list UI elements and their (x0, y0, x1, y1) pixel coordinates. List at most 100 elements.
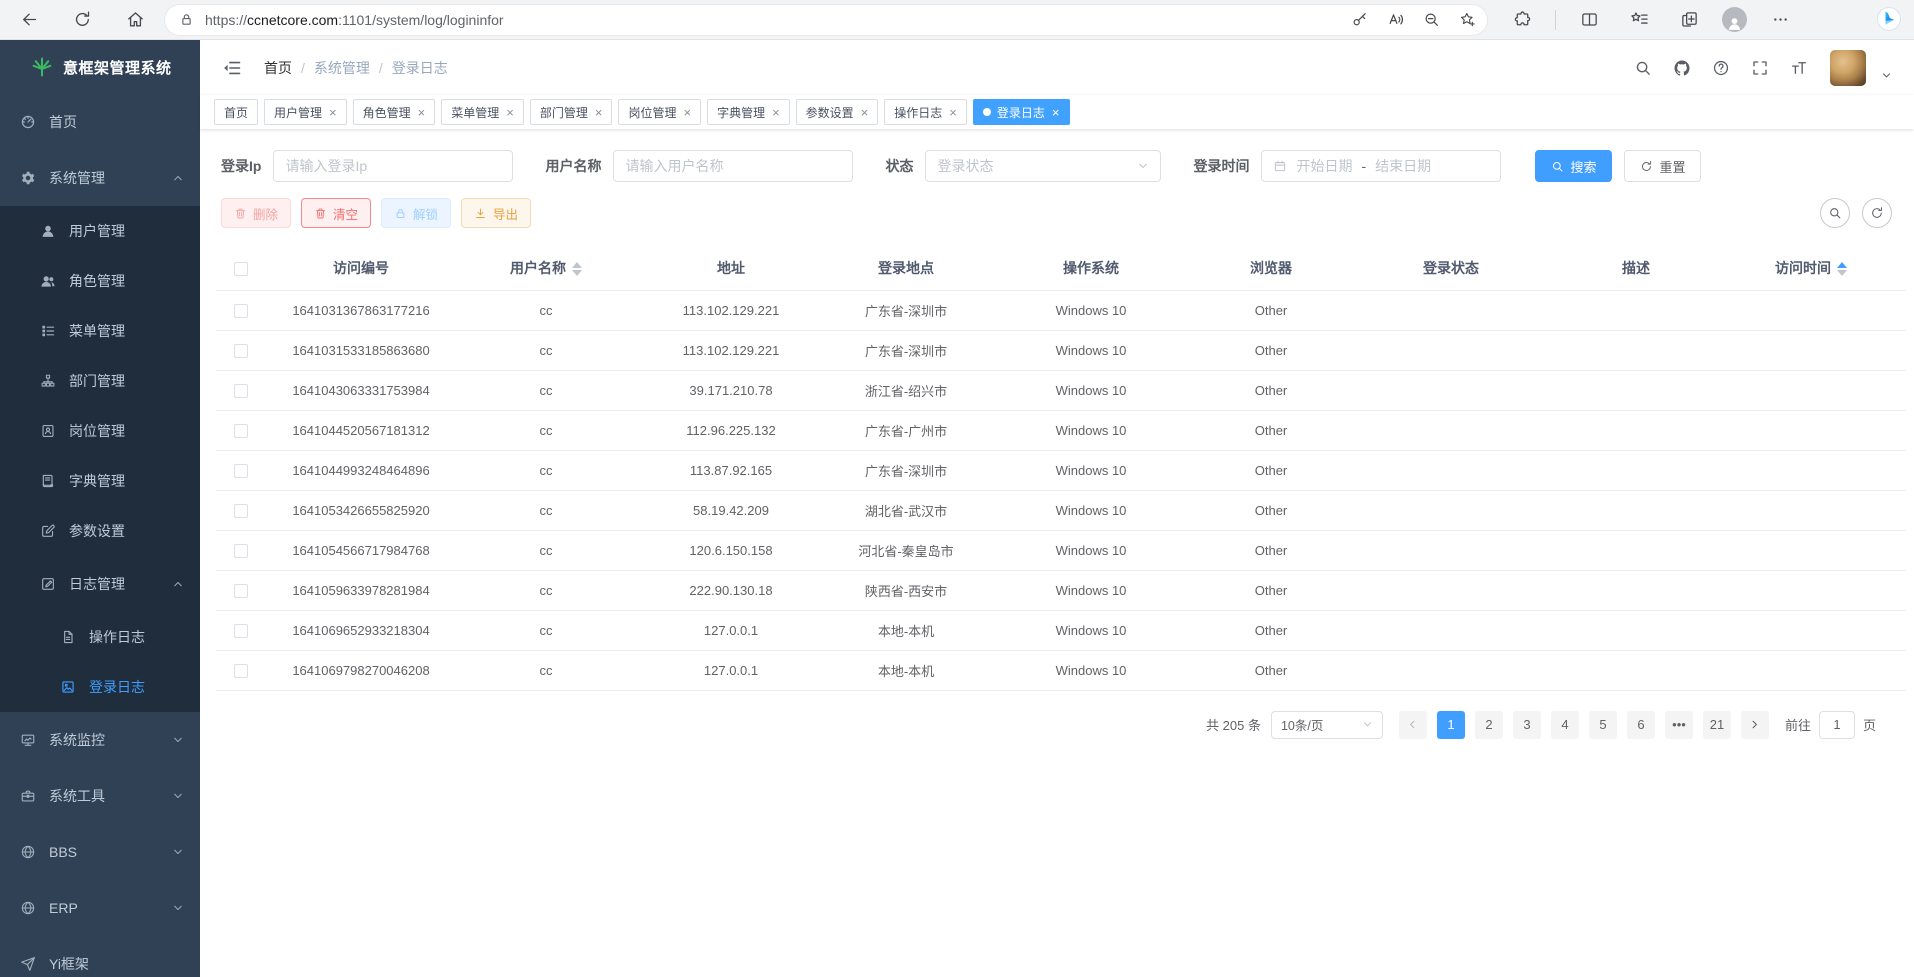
row-checkbox[interactable] (234, 344, 248, 358)
page-button-1[interactable]: 1 (1437, 711, 1465, 739)
tab-close-icon[interactable]: × (1052, 106, 1060, 119)
delete-button[interactable]: 删除 (221, 198, 291, 228)
clear-button[interactable]: 清空 (301, 198, 371, 228)
sidebar-item-Yi框架[interactable]: Yi框架 (0, 936, 200, 977)
page-button-5[interactable]: 5 (1589, 711, 1617, 739)
sidebar-item-BBS[interactable]: BBS (0, 824, 200, 880)
row-checkbox[interactable] (234, 624, 248, 638)
goto-page-input[interactable] (1819, 711, 1855, 739)
help-icon[interactable] (1709, 56, 1733, 80)
sidebar-fold-icon[interactable] (222, 58, 242, 78)
tab-close-icon[interactable]: × (683, 106, 691, 119)
date-range-picker[interactable]: 开始日期 - 结束日期 (1261, 150, 1501, 182)
sidebar-item-系统管理[interactable]: 系统管理 (0, 150, 200, 206)
export-button[interactable]: 导出 (461, 198, 531, 228)
avatar-caret-icon[interactable] (1881, 70, 1892, 81)
tab-操作日志[interactable]: 操作日志× (884, 99, 967, 125)
sort-carets-icon[interactable] (572, 262, 582, 276)
tab-首页[interactable]: 首页 (214, 99, 258, 125)
reset-button[interactable]: 重置 (1624, 150, 1701, 182)
reload-icon[interactable] (65, 3, 99, 37)
sidebar-item-角色管理[interactable]: 角色管理 (0, 256, 200, 306)
row-checkbox[interactable] (234, 424, 248, 438)
tab-close-icon[interactable]: × (861, 106, 869, 119)
tab-菜单管理[interactable]: 菜单管理× (441, 99, 524, 125)
row-checkbox[interactable] (234, 544, 248, 558)
sidebar-item-岗位管理[interactable]: 岗位管理 (0, 406, 200, 456)
row-checkbox[interactable] (234, 584, 248, 598)
tab-close-icon[interactable]: × (506, 106, 514, 119)
settings-more-icon[interactable] (1763, 3, 1797, 37)
row-checkbox[interactable] (234, 384, 248, 398)
sidebar-item-系统监控[interactable]: 系统监控 (0, 712, 200, 768)
sidebar-item-登录日志[interactable]: 登录日志 (0, 662, 200, 712)
sidebar-item-用户管理[interactable]: 用户管理 (0, 206, 200, 256)
sidebar-item-ERP[interactable]: ERP (0, 880, 200, 936)
sidebar-item-参数设置[interactable]: 参数设置 (0, 506, 200, 556)
status-select[interactable]: 登录状态 (925, 150, 1161, 182)
home-icon[interactable] (118, 3, 152, 37)
sidebar-item-系统工具[interactable]: 系统工具 (0, 768, 200, 824)
sidebar-item-首页[interactable]: 首页 (0, 94, 200, 150)
row-checkbox[interactable] (234, 304, 248, 318)
tab-角色管理[interactable]: 角色管理× (353, 99, 436, 125)
add-favorite-icon[interactable] (1453, 6, 1481, 34)
read-aloud-icon[interactable] (1381, 6, 1409, 34)
zoom-out-icon[interactable] (1417, 6, 1445, 34)
favorites-bar-icon[interactable] (1622, 3, 1656, 37)
row-checkbox[interactable] (234, 504, 248, 518)
tab-部门管理[interactable]: 部门管理× (530, 99, 613, 125)
tab-close-icon[interactable]: × (418, 106, 426, 119)
login-ip-input[interactable] (285, 151, 501, 181)
browser-profile-avatar[interactable] (1722, 7, 1747, 32)
collections-icon[interactable] (1672, 3, 1706, 37)
tab-close-icon[interactable]: × (772, 106, 780, 119)
sidebar-item-菜单管理[interactable]: 菜单管理 (0, 306, 200, 356)
page-button-6[interactable]: 6 (1627, 711, 1655, 739)
tab-字典管理[interactable]: 字典管理× (707, 99, 790, 125)
next-page-button[interactable] (1741, 711, 1769, 739)
tab-close-icon[interactable]: × (329, 106, 337, 119)
page-button-2[interactable]: 2 (1475, 711, 1503, 739)
tab-参数设置[interactable]: 参数设置× (796, 99, 879, 125)
sidebar-item-部门管理[interactable]: 部门管理 (0, 356, 200, 406)
fullscreen-icon[interactable] (1748, 56, 1772, 80)
page-size-select[interactable]: 10条/页 (1271, 711, 1383, 739)
row-checkbox[interactable] (234, 464, 248, 478)
address-bar[interactable]: https://ccnetcore.com:1101/system/log/lo… (165, 5, 1487, 35)
page-button-21[interactable]: 21 (1703, 711, 1731, 739)
back-icon[interactable] (12, 3, 46, 37)
column-header-用户名称[interactable]: 用户名称 (456, 246, 636, 290)
app-logo[interactable]: 意框架管理系统 (0, 40, 200, 94)
sidebar-item-字典管理[interactable]: 字典管理 (0, 456, 200, 506)
bing-copilot-icon[interactable] (1874, 5, 1904, 35)
header-search-icon[interactable] (1631, 56, 1655, 80)
tab-close-icon[interactable]: × (949, 106, 957, 119)
row-checkbox[interactable] (234, 664, 248, 678)
show-search-icon[interactable] (1820, 198, 1850, 228)
site-permissions-icon[interactable] (179, 12, 194, 27)
column-header-访问时间[interactable]: 访问时间 (1716, 246, 1906, 290)
font-size-icon[interactable] (1787, 56, 1811, 80)
select-all-checkbox[interactable] (234, 262, 248, 276)
tab-close-icon[interactable]: × (595, 106, 603, 119)
password-key-icon[interactable] (1345, 6, 1373, 34)
page-button-4[interactable]: 4 (1551, 711, 1579, 739)
user-avatar[interactable] (1830, 50, 1866, 86)
extensions-icon[interactable] (1505, 3, 1539, 37)
more-pages-button[interactable]: ••• (1665, 711, 1693, 739)
refresh-table-icon[interactable] (1862, 198, 1892, 228)
unlock-button[interactable]: 解锁 (381, 198, 451, 228)
tab-用户管理[interactable]: 用户管理× (264, 99, 347, 125)
sidebar-item-操作日志[interactable]: 操作日志 (0, 612, 200, 662)
split-screen-icon[interactable] (1572, 3, 1606, 37)
prev-page-button[interactable] (1399, 711, 1427, 739)
github-icon[interactable] (1670, 56, 1694, 80)
search-button[interactable]: 搜索 (1535, 150, 1612, 182)
breadcrumb-item[interactable]: 首页 (264, 58, 292, 78)
sidebar-item-日志管理[interactable]: 日志管理 (0, 556, 200, 612)
sort-carets-icon[interactable] (1837, 262, 1847, 276)
page-button-3[interactable]: 3 (1513, 711, 1541, 739)
user-name-input[interactable] (625, 151, 841, 181)
tab-登录日志[interactable]: 登录日志× (973, 99, 1070, 125)
